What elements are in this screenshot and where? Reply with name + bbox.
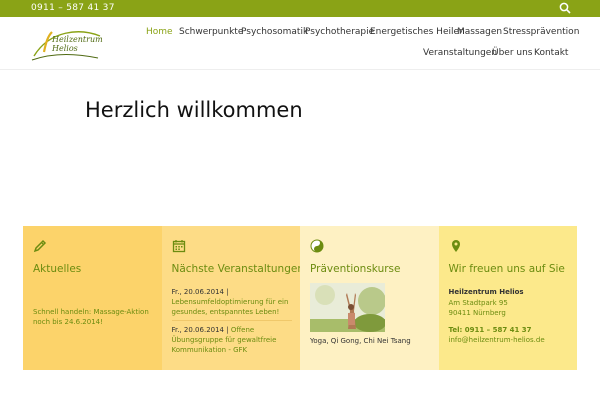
logo-text-line2: Helios bbox=[52, 44, 78, 53]
nav-stresspraevention[interactable]: Stressprävention bbox=[503, 27, 579, 37]
top-bar: 0911 – 587 41 37 bbox=[0, 0, 600, 17]
contact-name: Heilzentrum Helios bbox=[448, 288, 524, 296]
nav-kontakt[interactable]: Kontakt bbox=[534, 48, 568, 58]
nav-ueber-uns[interactable]: Über uns bbox=[492, 48, 533, 58]
page-title: Herzlich willkommen bbox=[85, 98, 303, 122]
yoga-photo[interactable] bbox=[310, 283, 385, 332]
box-title-kontakt: Wir freuen uns auf Sie bbox=[448, 263, 565, 275]
box-title-veranstaltungen: Nächste Veranstaltungen bbox=[171, 263, 304, 275]
contact-city: 90411 Nürnberg bbox=[448, 309, 506, 317]
aktuelles-text[interactable]: Schnell handeln: Massage-Aktion noch bis… bbox=[33, 307, 153, 327]
contact-street: Am Stadtpark 95 bbox=[448, 299, 508, 307]
site-header: Heilzentrum Helios Home Schwerpunkte Psy… bbox=[0, 17, 600, 70]
pencil-icon bbox=[33, 239, 47, 253]
nav-veranstaltungen[interactable]: Veranstaltungen bbox=[423, 48, 497, 58]
site-logo[interactable]: Heilzentrum Helios bbox=[30, 26, 103, 62]
nav-energetisches-heilen[interactable]: Energetisches Heilen bbox=[370, 27, 465, 37]
nav-massagen[interactable]: Massagen bbox=[457, 27, 502, 37]
box-aktuelles: Aktuelles Schnell handeln: Massage-Aktio… bbox=[23, 226, 162, 370]
contact-email-link[interactable]: info@heilzentrum-helios.de bbox=[449, 335, 545, 345]
nav-psychosomatik[interactable]: Psychosomatik bbox=[241, 27, 308, 37]
yoga-photo-image bbox=[310, 283, 385, 332]
location-pin-icon bbox=[451, 240, 460, 252]
event-date: Fr., 20.06.2014 | bbox=[171, 326, 229, 334]
main-navigation: Home Schwerpunkte Psychosomatik Psychoth… bbox=[140, 17, 600, 69]
kurse-caption: Yoga, Qi Gong, Chi Nei Tsang bbox=[310, 337, 411, 345]
event-item[interactable]: Fr., 20.06.2014 | Offene Übungsgruppe fü… bbox=[172, 325, 294, 355]
event-link[interactable]: Lebensumfeldoptimierung für ein gesundes… bbox=[172, 298, 289, 316]
search-icon[interactable] bbox=[558, 1, 572, 15]
box-praeventionskurse: Präventionskurse Yoga, Qi Gong, Chi Nei … bbox=[300, 226, 439, 370]
nav-home[interactable]: Home bbox=[146, 27, 173, 37]
calendar-icon bbox=[172, 240, 185, 253]
event-divider bbox=[171, 320, 292, 321]
box-kontakt: Wir freuen uns auf Sie Heilzentrum Helio… bbox=[438, 226, 577, 370]
logo-text-line1: Heilzentrum bbox=[52, 35, 103, 44]
nav-schwerpunkte[interactable]: Schwerpunkte bbox=[179, 27, 243, 37]
contact-phone[interactable]: Tel: 0911 – 587 41 37 bbox=[449, 325, 532, 335]
feature-boxes: Aktuelles Schnell handeln: Massage-Aktio… bbox=[23, 226, 577, 370]
box-veranstaltungen: Nächste Veranstaltungen Fr., 20.06.2014 … bbox=[161, 226, 304, 370]
event-date: Fr., 20.06.2014 | bbox=[171, 288, 229, 296]
top-phone-number[interactable]: 0911 – 587 41 37 bbox=[31, 3, 115, 13]
event-item[interactable]: Fr., 20.06.2014 | Lebensumfeldoptimierun… bbox=[172, 287, 294, 317]
yin-yang-icon bbox=[310, 239, 324, 253]
box-title-aktuelles: Aktuelles bbox=[33, 263, 82, 275]
nav-psychotherapie[interactable]: Psychotherapie bbox=[305, 27, 374, 37]
box-title-praeventionskurse: Präventionskurse bbox=[310, 263, 401, 275]
